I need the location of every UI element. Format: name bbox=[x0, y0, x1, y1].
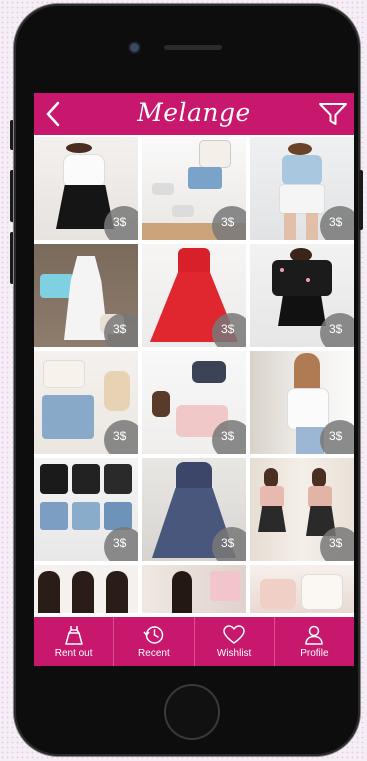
model-hair bbox=[288, 143, 312, 155]
product-tile[interactable]: 3$ bbox=[34, 351, 138, 454]
product-tile[interactable]: 3$ bbox=[142, 244, 246, 347]
product-tile[interactable]: 3$ bbox=[250, 137, 354, 240]
product-grid: 3$ 3$ 3$ 3$ 3$ 3$ 3$ 3$ 3$ 3$ 3$ 3$ bbox=[34, 137, 354, 615]
model-hair bbox=[172, 571, 192, 613]
price-badge: 3$ bbox=[212, 527, 246, 561]
nav-profile[interactable]: Profile bbox=[275, 617, 354, 666]
nav-label: Wishlist bbox=[216, 648, 252, 659]
front-camera bbox=[130, 43, 139, 52]
product-tile[interactable]: 3$ bbox=[250, 244, 354, 347]
white-garment bbox=[302, 575, 342, 609]
nav-wishlist[interactable]: Wishlist bbox=[195, 617, 275, 666]
sneaker bbox=[172, 205, 194, 217]
top-app-bar: Melange bbox=[34, 93, 354, 135]
price-badge: 3$ bbox=[104, 206, 138, 240]
nav-label: Recent bbox=[138, 648, 170, 659]
price-badge: 3$ bbox=[212, 206, 246, 240]
floral-crop-top bbox=[272, 260, 332, 296]
navy-bralette bbox=[192, 361, 226, 383]
product-tile[interactable]: 3$ bbox=[142, 137, 246, 240]
product-tile[interactable] bbox=[34, 565, 138, 613]
nav-label: Rent out bbox=[54, 648, 93, 659]
flower-print bbox=[280, 268, 284, 272]
nav-label: Profile bbox=[300, 648, 329, 659]
heart-icon bbox=[223, 625, 245, 644]
cream-top bbox=[44, 361, 84, 387]
white-shorts bbox=[280, 185, 324, 213]
price-badge: 3$ bbox=[104, 313, 138, 347]
dress-icon bbox=[64, 626, 83, 645]
denim-shorts bbox=[104, 502, 132, 530]
app-title: Melange bbox=[137, 98, 251, 127]
model-hair bbox=[72, 571, 94, 613]
model-hair bbox=[106, 571, 128, 613]
nav-recent[interactable]: Recent bbox=[114, 617, 195, 666]
earpiece-speaker bbox=[164, 45, 222, 50]
leg bbox=[284, 213, 296, 240]
sandals bbox=[152, 391, 170, 417]
leg bbox=[306, 213, 318, 240]
product-tile[interactable]: 3$ bbox=[250, 458, 354, 561]
product-tile[interactable]: 3$ bbox=[142, 458, 246, 561]
pink-garment bbox=[260, 579, 296, 609]
price-badge: 3$ bbox=[320, 313, 354, 347]
history-icon bbox=[143, 626, 164, 644]
blue-halter-top bbox=[282, 155, 322, 185]
model-hair bbox=[312, 468, 326, 488]
black-skirt bbox=[258, 506, 286, 532]
price-badge: 3$ bbox=[212, 313, 246, 347]
denim-shorts bbox=[72, 502, 100, 530]
clothing-rack bbox=[210, 571, 240, 601]
bottom-nav: Rent out Recent Wishlist Profile bbox=[34, 617, 354, 666]
app-screen: Melange 3$ 3$ 3$ 3$ 3$ 3$ 3$ 3$ 3$ 3$ 3$… bbox=[34, 93, 354, 666]
price-badge: 3$ bbox=[104, 527, 138, 561]
product-tile[interactable]: 3$ bbox=[34, 244, 138, 347]
denim-shorts bbox=[40, 502, 68, 530]
black-tank bbox=[104, 464, 132, 494]
white-top bbox=[64, 155, 104, 185]
black-tank bbox=[72, 464, 100, 494]
filter-icon[interactable] bbox=[318, 101, 348, 127]
black-tank bbox=[40, 464, 68, 494]
red-dress-bodice bbox=[178, 248, 210, 274]
model-hair bbox=[38, 571, 60, 613]
price-badge: 3$ bbox=[212, 420, 246, 454]
product-tile[interactable] bbox=[250, 565, 354, 613]
flower-print bbox=[306, 278, 310, 282]
blue-bralette bbox=[40, 274, 74, 298]
model-hair bbox=[66, 143, 92, 153]
product-tile[interactable]: 3$ bbox=[34, 137, 138, 240]
sneaker bbox=[152, 183, 174, 195]
product-tile[interactable]: 3$ bbox=[250, 351, 354, 454]
price-badge: 3$ bbox=[104, 420, 138, 454]
price-badge: 3$ bbox=[320, 527, 354, 561]
denim-shorts bbox=[42, 395, 94, 439]
home-button[interactable] bbox=[164, 684, 220, 740]
denim-shorts bbox=[188, 167, 222, 189]
product-tile[interactable]: 3$ bbox=[34, 458, 138, 561]
white-blouse bbox=[288, 389, 328, 429]
nav-rent-out[interactable]: Rent out bbox=[34, 617, 115, 666]
heeled-sandal bbox=[104, 371, 130, 411]
pink-top bbox=[260, 486, 284, 508]
model-hair bbox=[264, 468, 278, 488]
power-button bbox=[359, 170, 363, 230]
black-shorts bbox=[278, 296, 326, 326]
price-badge: 3$ bbox=[320, 206, 354, 240]
dress-bodice bbox=[176, 462, 212, 490]
product-tile[interactable] bbox=[142, 565, 246, 613]
pink-top bbox=[308, 486, 332, 508]
user-icon bbox=[305, 625, 324, 645]
price-badge: 3$ bbox=[320, 420, 354, 454]
product-tile[interactable]: 3$ bbox=[142, 351, 246, 454]
white-top bbox=[200, 141, 230, 167]
